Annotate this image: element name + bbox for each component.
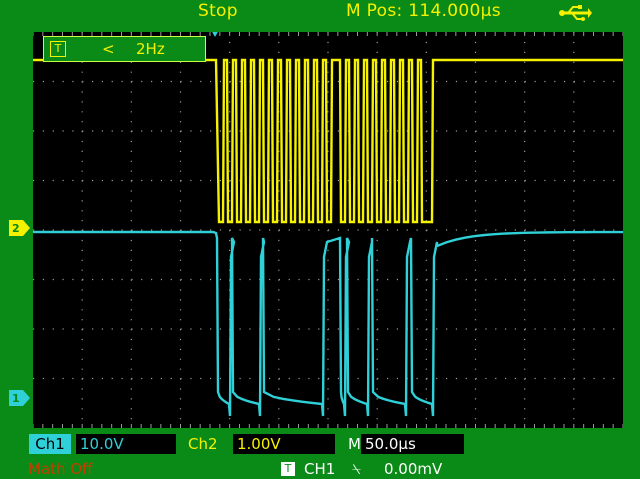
trigger-frequency-box: T < 2Hz [43,36,206,62]
timebase-value: 50.0µs [361,434,464,454]
trigger-frequency: 2Hz [136,40,165,58]
trigger-slope-icon: ⍀ [352,460,362,478]
ch1-scale: 10.0V [76,434,176,454]
ch2-label[interactable]: Ch2 [188,434,218,454]
ch1-marker-label: 1 [12,392,20,405]
run-state-label: Stop [198,1,238,21]
trigger-box-icon: T [50,41,66,57]
ch1-label[interactable]: Ch1 [29,434,71,454]
trigger-source: CH1 [304,460,336,478]
trigger-level: 0.00mV [384,460,443,478]
m-pos-readout: M Pos: 114.000µs [346,1,501,21]
ch2-marker-label: 2 [12,222,20,235]
status-bar: Stop M Pos: 114.000µs [0,0,640,26]
timebase-label: M [348,435,361,453]
usb-icon [559,5,592,21]
trigger-condition: < [102,40,115,58]
trigger-icon: T [281,462,295,476]
waveform-display [33,32,623,428]
math-status: Math Off [28,460,93,478]
ch2-scale: 1.00V [233,434,335,454]
ch2-level-marker[interactable]: 2 [9,220,31,236]
ch1-level-marker[interactable]: 1 [9,390,31,406]
